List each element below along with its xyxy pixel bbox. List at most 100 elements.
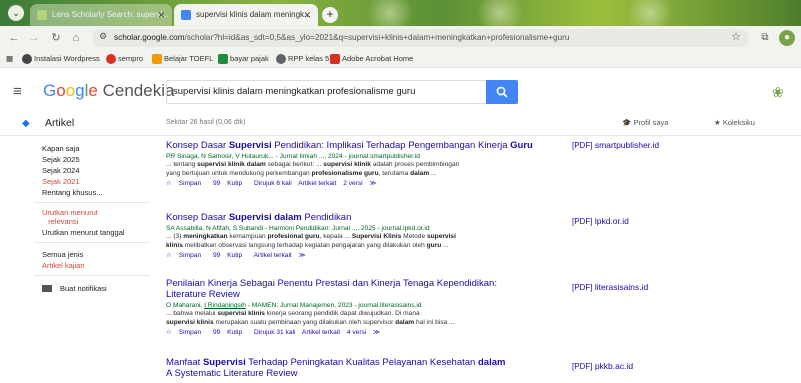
result-actions: ☆ Simpan 99 Kutip Dirujuk 6 kali Artikel… bbox=[166, 179, 576, 188]
filter-since-2025[interactable]: Sejak 2025 bbox=[42, 155, 80, 164]
create-alert-link[interactable]: Buat notifikasi bbox=[42, 284, 107, 293]
search-result: Penilaian Kinerja Sebagai Penentu Presta… bbox=[166, 278, 576, 337]
browser-tab-lens[interactable]: Lens Scholarly Search: supervi... ✕ bbox=[30, 4, 172, 26]
back-icon[interactable]: ← bbox=[6, 30, 22, 46]
close-tab-icon[interactable]: ✕ bbox=[303, 4, 311, 26]
tab-title: supervisi klinis dalam meningk... bbox=[196, 10, 311, 19]
result-snippet: ... bahwa melalui supervisi klinis kiner… bbox=[166, 310, 455, 326]
new-tab-button[interactable]: + bbox=[322, 7, 338, 23]
menu-icon[interactable]: ≡ bbox=[13, 83, 22, 100]
search-icon bbox=[496, 86, 508, 98]
sempro-icon bbox=[106, 54, 116, 64]
cited-by-link[interactable]: Dirujuk 31 kali bbox=[254, 329, 295, 336]
filter-since-2021[interactable]: Sejak 2021 bbox=[42, 177, 80, 186]
quote-icon: 99 bbox=[212, 329, 221, 336]
home-icon[interactable]: ⌂ bbox=[68, 30, 84, 46]
results-subbar: ◆ Artikel Sekitar 26 hasil (0,06 dtk) 🎓 … bbox=[0, 112, 801, 136]
account-avatar-icon[interactable]: ❀ bbox=[772, 84, 788, 100]
tab-title: Lens Scholarly Search: supervi... bbox=[52, 10, 169, 19]
related-articles-link[interactable]: Artikel terkait bbox=[302, 329, 340, 336]
sort-relevance[interactable]: Urutkan menurut relevansi bbox=[42, 208, 98, 226]
more-icon[interactable]: ≫ bbox=[373, 329, 380, 336]
my-library-link[interactable]: ★ Koleksiku bbox=[714, 112, 755, 134]
result-snippet: ... (3) meningkatkan kemampuan profesion… bbox=[166, 233, 456, 249]
result-title-link[interactable]: Konsep Dasar Supervisi dalam Pendidikan bbox=[166, 212, 576, 223]
bookmark-pajak[interactable]: bayar pajak bbox=[218, 50, 269, 68]
bookmarks-bar: ▦ Instalasi Wordpress sempro Belajar TOE… bbox=[0, 50, 801, 68]
filter-any-time[interactable]: Kapan saja bbox=[42, 144, 80, 153]
bookmark-acrobat[interactable]: Adobe Acrobat Home bbox=[330, 50, 413, 68]
more-icon[interactable]: ≫ bbox=[369, 180, 376, 187]
pdf-link[interactable]: [PDF] pkkb.ac.id bbox=[572, 361, 633, 371]
sort-date[interactable]: Urutkan menurut tanggal bbox=[42, 228, 125, 237]
quote-icon: 99 bbox=[212, 180, 221, 187]
articles-label[interactable]: Artikel bbox=[45, 112, 74, 134]
bookmark-rpp[interactable]: RPP kelas 5 bbox=[276, 50, 329, 68]
search-input[interactable]: supervisi klinis dalam meningkatkan prof… bbox=[166, 80, 486, 104]
lens-favicon-icon bbox=[37, 10, 47, 20]
search-result: Manfaat Supervisi Terhadap Peningkatan K… bbox=[166, 357, 576, 379]
bookmark-sempro[interactable]: sempro bbox=[106, 50, 143, 68]
result-authors: PR Sinaga, N Samosir, V Hutauruk... - Ju… bbox=[166, 153, 420, 160]
profile-avatar-icon[interactable]: ● bbox=[779, 30, 795, 46]
browser-tab-scholar[interactable]: supervisi klinis dalam meningk... ✕ bbox=[174, 4, 318, 26]
bookmark-star-icon[interactable]: ☆ bbox=[731, 30, 741, 43]
type-review-articles[interactable]: Artikel kajian bbox=[42, 261, 85, 270]
browser-tab-bar: ⌄ Lens Scholarly Search: supervi... ✕ su… bbox=[0, 0, 801, 26]
search-result: Konsep Dasar Supervisi Pendidikan: Impli… bbox=[166, 140, 576, 188]
sidebar-divider bbox=[34, 275, 150, 276]
result-authors: SA Assabilla, N Afifah, S Subandi - Harm… bbox=[166, 225, 430, 232]
result-title-link[interactable]: Konsep Dasar Supervisi Pendidikan: Impli… bbox=[166, 140, 576, 151]
versions-link[interactable]: 2 versi bbox=[343, 180, 362, 187]
pdf-link[interactable]: [PDF] smartpublisher.id bbox=[572, 140, 659, 150]
cite-button[interactable]: 99 Kutip bbox=[213, 252, 247, 259]
search-button[interactable] bbox=[486, 80, 518, 104]
result-title-link[interactable]: Manfaat Supervisi Terhadap Peningkatan K… bbox=[166, 357, 576, 379]
filter-sidebar: Kapan saja Sejak 2025 Sejak 2024 Sejak 2… bbox=[0, 136, 150, 383]
toefl-icon bbox=[152, 54, 162, 64]
results-count: Sekitar 26 hasil (0,06 dtk) bbox=[166, 119, 246, 126]
type-all[interactable]: Semua jenis bbox=[42, 250, 83, 259]
related-articles-link[interactable]: Artikel terkait bbox=[298, 180, 336, 187]
wordpress-icon bbox=[22, 54, 32, 64]
tab-search-icon[interactable]: ⌄ bbox=[8, 5, 24, 21]
save-button[interactable]: ☆ Simpan bbox=[166, 180, 206, 187]
close-tab-icon[interactable]: ✕ bbox=[157, 4, 165, 26]
result-actions: ☆ Simpan 99 Kutip Dirujuk 31 kali Artike… bbox=[166, 328, 576, 337]
rpp-icon bbox=[276, 54, 286, 64]
result-actions: ☆ Simpan 99 Kutip Artikel terkait ≫ bbox=[166, 251, 576, 260]
apps-icon[interactable]: ▦ bbox=[6, 50, 13, 68]
cited-by-link[interactable]: Dirujuk 6 kali bbox=[254, 180, 292, 187]
forward-icon[interactable]: → bbox=[26, 30, 42, 46]
pajak-icon bbox=[218, 54, 228, 64]
bookmark-wordpress[interactable]: Instalasi Wordpress bbox=[22, 50, 100, 68]
bookmark-toefl[interactable]: Belajar TOEFL bbox=[152, 50, 213, 68]
tab-bar-decoration bbox=[620, 0, 680, 26]
my-profile-link[interactable]: 🎓 Profil saya bbox=[622, 112, 668, 134]
cite-button[interactable]: 99 Kutip bbox=[213, 329, 247, 336]
pdf-link[interactable]: [PDF] literasisains.id bbox=[572, 282, 648, 292]
result-title-link[interactable]: Penilaian Kinerja Sebagai Penentu Presta… bbox=[166, 278, 576, 300]
address-bar[interactable]: ⚙ scholar.google.com/scholar?hl=id&as_sd… bbox=[92, 29, 749, 47]
extensions-icon[interactable]: ⧉ bbox=[757, 30, 773, 46]
save-button[interactable]: ☆ Simpan bbox=[166, 329, 206, 336]
more-icon[interactable]: ≫ bbox=[299, 252, 306, 259]
related-articles-link[interactable]: Artikel terkait bbox=[254, 252, 292, 259]
star-icon: ★ bbox=[714, 118, 721, 127]
sidebar-divider bbox=[34, 202, 150, 203]
tab-bar-decoration bbox=[470, 0, 530, 26]
articles-icon: ◆ bbox=[22, 118, 30, 129]
star-icon: ☆ bbox=[166, 329, 172, 336]
versions-link[interactable]: 4 versi bbox=[347, 329, 366, 336]
star-icon: ☆ bbox=[166, 180, 172, 187]
site-info-icon[interactable]: ⚙ bbox=[99, 31, 107, 42]
cite-button[interactable]: 99 Kutip bbox=[213, 180, 247, 187]
scholar-header: ≡ Google Cendekia supervisi klinis dalam… bbox=[0, 68, 801, 112]
save-button[interactable]: ☆ Simpan bbox=[166, 252, 206, 259]
reload-icon[interactable]: ↻ bbox=[48, 30, 64, 46]
pdf-link[interactable]: [PDF] lpkd.or.id bbox=[572, 216, 629, 226]
scholar-logo[interactable]: Google Cendekia bbox=[43, 81, 174, 101]
filter-custom-range[interactable]: Rentang khusus... bbox=[42, 188, 102, 197]
filter-since-2024[interactable]: Sejak 2024 bbox=[42, 166, 80, 175]
browser-toolbar: ← → ↻ ⌂ ⚙ scholar.google.com/scholar?hl=… bbox=[0, 26, 801, 50]
